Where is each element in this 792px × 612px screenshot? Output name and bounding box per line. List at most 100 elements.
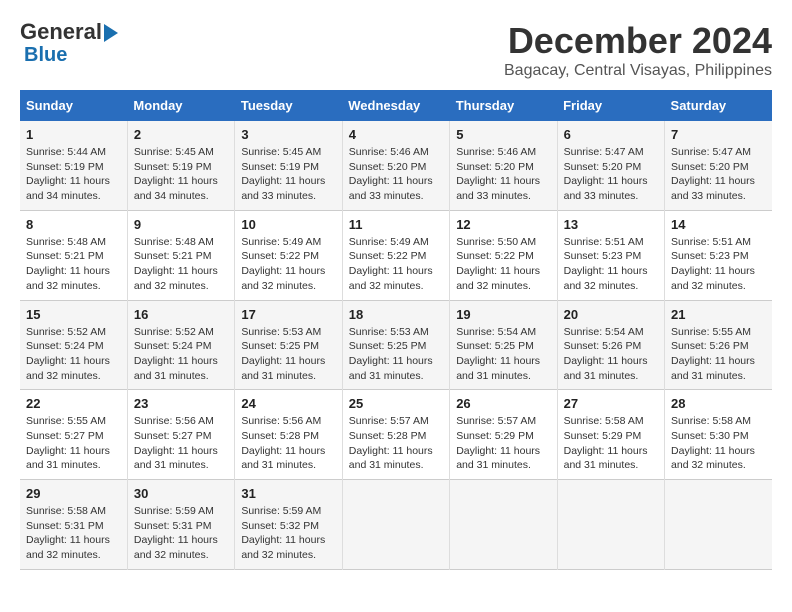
day-info: Sunrise: 5:54 AMSunset: 5:26 PMDaylight:… (564, 325, 658, 384)
day-info: Sunrise: 5:58 AMSunset: 5:29 PMDaylight:… (564, 414, 658, 473)
day-number: 1 (26, 127, 121, 142)
day-info: Sunrise: 5:46 AMSunset: 5:20 PMDaylight:… (456, 145, 550, 204)
day-info: Sunrise: 5:57 AMSunset: 5:28 PMDaylight:… (349, 414, 443, 473)
day-info: Sunrise: 5:56 AMSunset: 5:28 PMDaylight:… (241, 414, 335, 473)
table-row: 1 Sunrise: 5:44 AMSunset: 5:19 PMDaylight… (20, 121, 127, 210)
table-row: 25 Sunrise: 5:57 AMSunset: 5:28 PMDayligh… (342, 390, 449, 480)
calendar-week-row: 29 Sunrise: 5:58 AMSunset: 5:31 PMDayligh… (20, 480, 772, 570)
col-friday: Friday (557, 90, 664, 121)
day-number: 7 (671, 127, 766, 142)
day-info: Sunrise: 5:52 AMSunset: 5:24 PMDaylight:… (134, 325, 228, 384)
day-number: 22 (26, 396, 121, 411)
page-header: General Blue December 2024 Bagacay, Cent… (20, 20, 772, 80)
day-number: 13 (564, 217, 658, 232)
table-row: 17 Sunrise: 5:53 AMSunset: 5:25 PMDayligh… (235, 300, 342, 390)
table-row: 3 Sunrise: 5:45 AMSunset: 5:19 PMDaylight… (235, 121, 342, 210)
day-number: 10 (241, 217, 335, 232)
day-info: Sunrise: 5:53 AMSunset: 5:25 PMDaylight:… (349, 325, 443, 384)
day-number: 15 (26, 307, 121, 322)
calendar-week-row: 15 Sunrise: 5:52 AMSunset: 5:24 PMDayligh… (20, 300, 772, 390)
day-info: Sunrise: 5:55 AMSunset: 5:26 PMDaylight:… (671, 325, 766, 384)
day-info: Sunrise: 5:59 AMSunset: 5:31 PMDaylight:… (134, 504, 228, 563)
table-row: 2 Sunrise: 5:45 AMSunset: 5:19 PMDaylight… (127, 121, 234, 210)
day-info: Sunrise: 5:47 AMSunset: 5:20 PMDaylight:… (671, 145, 766, 204)
table-row: 31 Sunrise: 5:59 AMSunset: 5:32 PMDayligh… (235, 480, 342, 570)
table-row (450, 480, 557, 570)
table-row: 15 Sunrise: 5:52 AMSunset: 5:24 PMDayligh… (20, 300, 127, 390)
table-row: 20 Sunrise: 5:54 AMSunset: 5:26 PMDayligh… (557, 300, 664, 390)
day-number: 28 (671, 396, 766, 411)
table-row: 23 Sunrise: 5:56 AMSunset: 5:27 PMDayligh… (127, 390, 234, 480)
day-info: Sunrise: 5:59 AMSunset: 5:32 PMDaylight:… (241, 504, 335, 563)
table-row: 12 Sunrise: 5:50 AMSunset: 5:22 PMDayligh… (450, 210, 557, 300)
day-info: Sunrise: 5:53 AMSunset: 5:25 PMDaylight:… (241, 325, 335, 384)
table-row (557, 480, 664, 570)
month-title: December 2024 (504, 20, 772, 62)
day-number: 20 (564, 307, 658, 322)
day-number: 18 (349, 307, 443, 322)
day-info: Sunrise: 5:45 AMSunset: 5:19 PMDaylight:… (241, 145, 335, 204)
day-info: Sunrise: 5:45 AMSunset: 5:19 PMDaylight:… (134, 145, 228, 204)
day-number: 21 (671, 307, 766, 322)
day-number: 11 (349, 217, 443, 232)
day-info: Sunrise: 5:44 AMSunset: 5:19 PMDaylight:… (26, 145, 121, 204)
day-info: Sunrise: 5:50 AMSunset: 5:22 PMDaylight:… (456, 235, 550, 294)
day-number: 25 (349, 396, 443, 411)
day-info: Sunrise: 5:55 AMSunset: 5:27 PMDaylight:… (26, 414, 121, 473)
day-info: Sunrise: 5:58 AMSunset: 5:30 PMDaylight:… (671, 414, 766, 473)
day-number: 26 (456, 396, 550, 411)
table-row: 26 Sunrise: 5:57 AMSunset: 5:29 PMDayligh… (450, 390, 557, 480)
day-info: Sunrise: 5:52 AMSunset: 5:24 PMDaylight:… (26, 325, 121, 384)
day-number: 4 (349, 127, 443, 142)
table-row: 16 Sunrise: 5:52 AMSunset: 5:24 PMDayligh… (127, 300, 234, 390)
logo-subtext: Blue (20, 44, 67, 66)
table-row: 11Sunrise: 5:49 AMSunset: 5:22 PMDayligh… (342, 210, 449, 300)
day-info: Sunrise: 5:48 AMSunset: 5:21 PMDaylight:… (26, 235, 121, 294)
day-number: 2 (134, 127, 228, 142)
table-row (665, 480, 772, 570)
day-number: 17 (241, 307, 335, 322)
table-row: 22 Sunrise: 5:55 AMSunset: 5:27 PMDayligh… (20, 390, 127, 480)
day-info: Sunrise: 5:58 AMSunset: 5:31 PMDaylight:… (26, 504, 121, 563)
day-info: Sunrise: 5:46 AMSunset: 5:20 PMDaylight:… (349, 145, 443, 204)
table-row: 18 Sunrise: 5:53 AMSunset: 5:25 PMDayligh… (342, 300, 449, 390)
logo-text: General (20, 20, 118, 44)
day-info: Sunrise: 5:57 AMSunset: 5:29 PMDaylight:… (456, 414, 550, 473)
day-number: 19 (456, 307, 550, 322)
table-row: 27 Sunrise: 5:58 AMSunset: 5:29 PMDayligh… (557, 390, 664, 480)
calendar-week-row: 1 Sunrise: 5:44 AMSunset: 5:19 PMDaylight… (20, 121, 772, 210)
table-row: 4 Sunrise: 5:46 AMSunset: 5:20 PMDaylight… (342, 121, 449, 210)
day-info: Sunrise: 5:56 AMSunset: 5:27 PMDaylight:… (134, 414, 228, 473)
table-row: 6 Sunrise: 5:47 AMSunset: 5:20 PMDaylight… (557, 121, 664, 210)
calendar-week-row: 8Sunrise: 5:48 AMSunset: 5:21 PMDaylight… (20, 210, 772, 300)
table-row (342, 480, 449, 570)
day-number: 27 (564, 396, 658, 411)
day-number: 23 (134, 396, 228, 411)
day-info: Sunrise: 5:54 AMSunset: 5:25 PMDaylight:… (456, 325, 550, 384)
calendar-table: Sunday Monday Tuesday Wednesday Thursday… (20, 90, 772, 570)
col-sunday: Sunday (20, 90, 127, 121)
table-row: 9Sunrise: 5:48 AMSunset: 5:21 PMDaylight… (127, 210, 234, 300)
title-section: December 2024 Bagacay, Central Visayas, … (504, 20, 772, 80)
table-row: 13Sunrise: 5:51 AMSunset: 5:23 PMDayligh… (557, 210, 664, 300)
calendar-header-row: Sunday Monday Tuesday Wednesday Thursday… (20, 90, 772, 121)
day-number: 14 (671, 217, 766, 232)
table-row: 14Sunrise: 5:51 AMSunset: 5:23 PMDayligh… (665, 210, 772, 300)
day-number: 9 (134, 217, 228, 232)
table-row: 5 Sunrise: 5:46 AMSunset: 5:20 PMDaylight… (450, 121, 557, 210)
day-number: 29 (26, 486, 121, 501)
day-number: 5 (456, 127, 550, 142)
day-info: Sunrise: 5:47 AMSunset: 5:20 PMDaylight:… (564, 145, 658, 204)
table-row: 19 Sunrise: 5:54 AMSunset: 5:25 PMDayligh… (450, 300, 557, 390)
day-number: 3 (241, 127, 335, 142)
day-number: 31 (241, 486, 335, 501)
col-tuesday: Tuesday (235, 90, 342, 121)
day-number: 30 (134, 486, 228, 501)
table-row: 8Sunrise: 5:48 AMSunset: 5:21 PMDaylight… (20, 210, 127, 300)
day-number: 16 (134, 307, 228, 322)
table-row: 24Sunrise: 5:56 AMSunset: 5:28 PMDayligh… (235, 390, 342, 480)
table-row: 29 Sunrise: 5:58 AMSunset: 5:31 PMDayligh… (20, 480, 127, 570)
day-number: 12 (456, 217, 550, 232)
day-number: 6 (564, 127, 658, 142)
table-row: 10Sunrise: 5:49 AMSunset: 5:22 PMDayligh… (235, 210, 342, 300)
